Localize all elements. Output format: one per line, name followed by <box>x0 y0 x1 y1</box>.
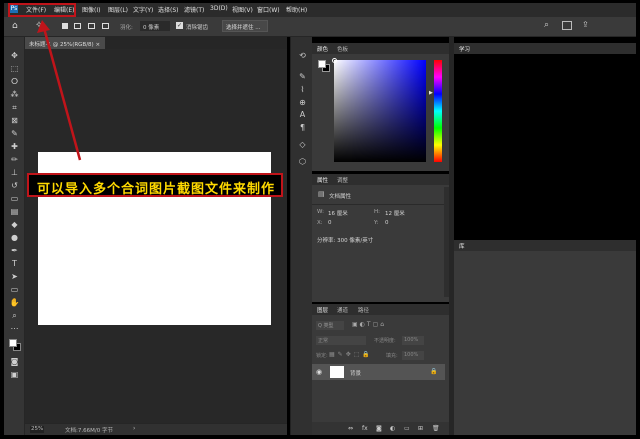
color-fg-swatch[interactable] <box>318 60 326 68</box>
annotation-arrow-head <box>37 20 50 33</box>
annotation-callout: 可以导入多个合词图片截图文件来制作 <box>27 173 283 197</box>
annotation-text: 可以导入多个合词图片截图文件来制作 <box>37 182 276 197</box>
foreground-color-swatch[interactable] <box>9 339 17 347</box>
annotation-arrow-line <box>42 27 82 161</box>
